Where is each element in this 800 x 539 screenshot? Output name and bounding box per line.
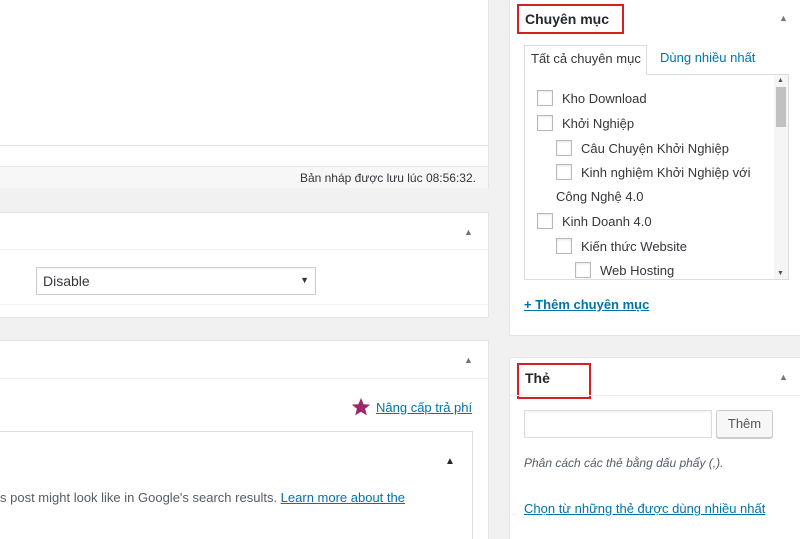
checkbox[interactable] (537, 213, 553, 229)
list-item[interactable]: Kinh Doanh 4.0 (537, 213, 652, 229)
category-label: Kinh Doanh 4.0 (562, 213, 652, 229)
metabox-header-divider (0, 378, 488, 379)
add-category-link[interactable]: + Thêm chuyên mục (524, 297, 649, 312)
checkbox[interactable] (556, 238, 572, 254)
tab-all-categories[interactable]: Tất cả chuyên mục (524, 45, 647, 75)
collapse-toggle-icon[interactable]: ▲ (464, 355, 473, 365)
checkbox[interactable] (556, 164, 572, 180)
editor-panel: Bản nháp được lưu lúc 08:56:32. (0, 0, 489, 188)
add-tag-button[interactable]: Thêm (716, 410, 773, 438)
triangle-down-icon: ▼ (300, 275, 309, 285)
collapse-toggle-icon[interactable]: ▲ (779, 372, 788, 382)
category-list-scrollbar[interactable]: ▲ ▼ (774, 75, 788, 279)
category-label: Câu Chuyện Khởi Nghiệp (581, 140, 730, 156)
list-item[interactable]: Web Hosting (575, 262, 674, 278)
list-item[interactable]: Kinh nghiệm Khởi Nghiệp với (556, 164, 751, 180)
list-item[interactable]: Kiến thức Website (556, 238, 687, 254)
list-item[interactable]: Kho Download (537, 90, 647, 106)
category-label: Kiến thức Website (581, 238, 688, 254)
checkbox[interactable] (537, 90, 553, 106)
category-label: Kinh nghiệm Khởi Nghiệp với (581, 164, 751, 180)
metabox-divider (0, 304, 488, 305)
list-item[interactable]: Câu Chuyện Khởi Nghiệp (556, 140, 729, 156)
scrollbar-thumb[interactable] (776, 87, 786, 127)
category-checklist: Kho Download Khởi Nghiệp Câu Chuyện Khởi… (524, 74, 789, 280)
tags-metabox: Thẻ ▲ Thêm Phân cách các thẻ bằng dấu ph… (509, 357, 800, 539)
category-label: Kho Download (562, 90, 647, 106)
seo-preview-box: ▲ s post might look like in Google's sea… (0, 431, 473, 539)
seo-description: s post might look like in Google's searc… (0, 490, 405, 505)
collapse-toggle-icon[interactable]: ▲ (779, 13, 788, 23)
choose-popular-tags-link[interactable]: Chọn từ những thẻ được dùng nhiều nhất (524, 501, 765, 516)
metabox-header-divider (0, 249, 488, 250)
categories-title: Chuyên mục (525, 11, 610, 27)
option-select-value: Disable (43, 273, 90, 289)
category-label: Web Hosting (600, 262, 675, 278)
autosave-status: Bản nháp được lưu lúc 08:56:32. (299, 171, 476, 185)
scroll-up-icon[interactable]: ▲ (777, 77, 784, 84)
category-label: Khởi Nghiệp (562, 115, 635, 131)
tag-input[interactable] (524, 410, 712, 438)
learn-more-link[interactable]: Learn more about the (281, 490, 405, 505)
settings-metabox: ▲ Disable ▼ (0, 212, 489, 318)
upgrade-link-group[interactable]: Nâng cấp trả phí (351, 397, 472, 417)
upgrade-link[interactable]: Nâng cấp trả phí (376, 400, 472, 415)
category-label-continued: Công Nghệ 4.0 (556, 189, 644, 204)
editor-status-bar: Bản nháp được lưu lúc 08:56:32. (0, 166, 488, 188)
checkbox[interactable] (575, 262, 591, 278)
star-icon (351, 398, 371, 416)
metabox-header-divider (510, 395, 800, 396)
collapse-toggle-icon[interactable]: ▲ (464, 227, 473, 237)
tag-separator-hint: Phân cách các thẻ bằng dấu phẩy (,). (524, 456, 724, 470)
tab-most-used[interactable]: Dùng nhiều nhất (654, 45, 771, 75)
seo-description-text: s post might look like in Google's searc… (0, 490, 281, 505)
editor-divider (0, 145, 488, 146)
list-item[interactable]: Khởi Nghiệp (537, 115, 634, 131)
option-select[interactable]: Disable ▼ (36, 267, 316, 295)
checkbox[interactable] (537, 115, 553, 131)
collapse-toggle-icon[interactable]: ▲ (445, 456, 455, 467)
tags-title: Thẻ (525, 370, 550, 386)
checkbox[interactable] (556, 140, 572, 156)
seo-metabox: ▲ Nâng cấp trả phí ▲ s post might look l… (0, 340, 489, 539)
categories-metabox: Chuyên mục ▲ Tất cả chuyên mục Dùng nhiề… (509, 0, 800, 336)
scroll-down-icon[interactable]: ▼ (777, 270, 784, 277)
